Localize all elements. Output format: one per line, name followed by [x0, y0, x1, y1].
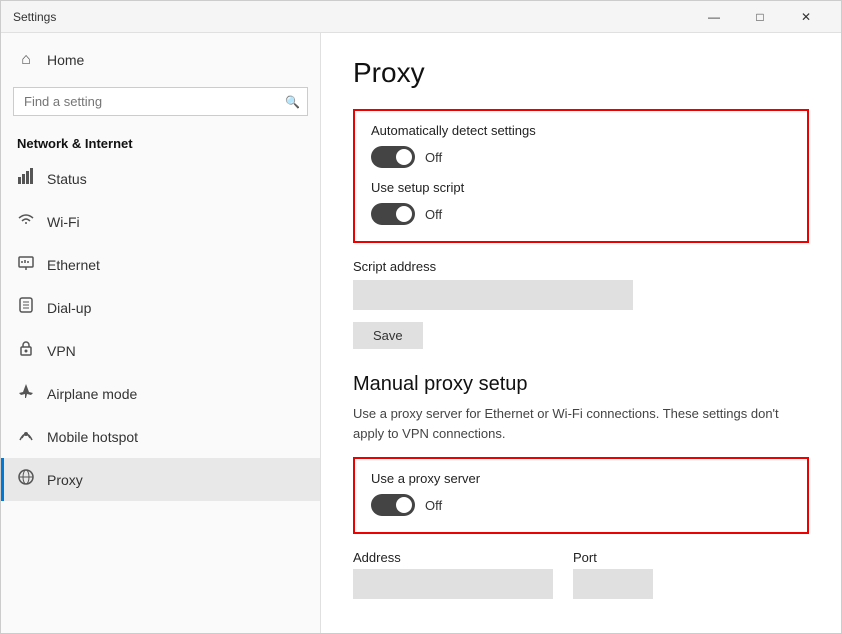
sidebar-item-label-vpn: VPN	[47, 343, 76, 359]
sidebar-item-ethernet[interactable]: Ethernet	[1, 243, 320, 286]
auto-detect-knob	[396, 149, 412, 165]
manual-proxy-heading: Manual proxy setup	[353, 373, 809, 396]
wifi-icon	[17, 210, 35, 233]
proxy-server-toggle[interactable]	[371, 494, 415, 516]
proxy-icon	[17, 468, 35, 491]
titlebar: Settings — □ ✕	[1, 1, 841, 33]
port-input[interactable]	[573, 569, 653, 599]
sidebar-item-hotspot[interactable]: Mobile hotspot	[1, 415, 320, 458]
home-icon: ⌂	[17, 51, 35, 69]
proxy-server-toggle-row: Off	[371, 494, 791, 516]
sidebar: ⌂ Home 🔍 Network & Internet Status Wi-Fi	[1, 33, 321, 633]
address-input[interactable]	[353, 569, 553, 599]
sidebar-item-label-wifi: Wi-Fi	[47, 214, 80, 230]
address-col: Address	[353, 550, 553, 599]
sidebar-item-home[interactable]: ⌂ Home	[1, 41, 320, 79]
script-address-input[interactable]	[353, 280, 633, 310]
proxy-server-label: Use a proxy server	[371, 471, 791, 486]
save-button[interactable]: Save	[353, 322, 423, 349]
search-icon: 🔍	[285, 95, 300, 109]
sidebar-item-label-hotspot: Mobile hotspot	[47, 429, 138, 445]
automatic-proxy-section: Automatically detect settings Off Use se…	[353, 109, 809, 243]
port-label: Port	[573, 550, 653, 565]
sidebar-item-wifi[interactable]: Wi-Fi	[1, 200, 320, 243]
setup-script-knob	[396, 206, 412, 222]
window-title: Settings	[13, 10, 56, 24]
proxy-server-state: Off	[425, 498, 442, 513]
main-content: Proxy Automatically detect settings Off …	[321, 33, 841, 633]
minimize-button[interactable]: —	[691, 1, 737, 33]
setup-script-label: Use setup script	[371, 180, 791, 195]
sidebar-item-label-proxy: Proxy	[47, 472, 83, 488]
sidebar-item-label-dialup: Dial-up	[47, 300, 91, 316]
maximize-button[interactable]: □	[737, 1, 783, 33]
auto-detect-toggle[interactable]	[371, 146, 415, 168]
proxy-server-knob	[396, 497, 412, 513]
dialup-icon	[17, 296, 35, 319]
window-controls: — □ ✕	[691, 1, 829, 33]
setup-script-state: Off	[425, 207, 442, 222]
ethernet-icon	[17, 253, 35, 276]
close-button[interactable]: ✕	[783, 1, 829, 33]
address-port-row: Address Port	[353, 550, 809, 599]
manual-proxy-description: Use a proxy server for Ethernet or Wi-Fi…	[353, 404, 809, 443]
sidebar-item-vpn[interactable]: VPN	[1, 329, 320, 372]
sidebar-category: Network & Internet	[1, 128, 320, 157]
sidebar-item-label-ethernet: Ethernet	[47, 257, 100, 273]
port-col: Port	[573, 550, 653, 599]
auto-detect-toggle-row: Off	[371, 146, 791, 168]
setup-script-toggle-row: Off	[371, 203, 791, 225]
settings-window: Settings — □ ✕ ⌂ Home 🔍 Network & Intern…	[0, 0, 842, 634]
home-label: Home	[47, 52, 84, 68]
vpn-icon	[17, 339, 35, 362]
search-input[interactable]	[13, 87, 308, 116]
sidebar-item-proxy[interactable]: Proxy	[1, 458, 320, 501]
airplane-icon	[17, 382, 35, 405]
sidebar-item-airplane[interactable]: Airplane mode	[1, 372, 320, 415]
sidebar-search: 🔍	[13, 87, 308, 116]
auto-detect-state: Off	[425, 150, 442, 165]
proxy-server-section: Use a proxy server Off	[353, 457, 809, 534]
address-label: Address	[353, 550, 553, 565]
hotspot-icon	[17, 425, 35, 448]
script-address-label: Script address	[353, 259, 809, 274]
sidebar-item-label-airplane: Airplane mode	[47, 386, 137, 402]
sidebar-item-status[interactable]: Status	[1, 157, 320, 200]
auto-detect-label: Automatically detect settings	[371, 123, 791, 138]
page-title: Proxy	[353, 57, 809, 89]
sidebar-item-dialup[interactable]: Dial-up	[1, 286, 320, 329]
setup-script-toggle[interactable]	[371, 203, 415, 225]
status-icon	[17, 167, 35, 190]
sidebar-item-label-status: Status	[47, 171, 87, 187]
content-area: ⌂ Home 🔍 Network & Internet Status Wi-Fi	[1, 33, 841, 633]
